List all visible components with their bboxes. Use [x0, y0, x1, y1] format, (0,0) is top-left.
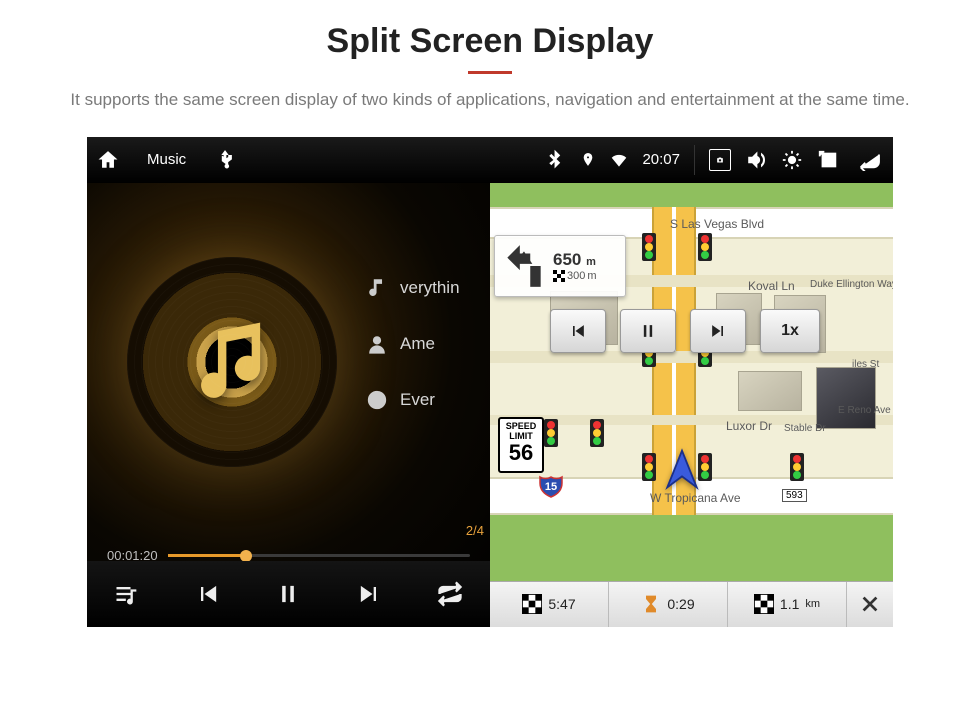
eta-cell[interactable]: 5:47	[490, 582, 609, 627]
route-info-bar: 5:47 0:29 1.1 km	[490, 581, 893, 627]
close-route-button[interactable]	[847, 582, 893, 627]
wifi-icon	[610, 149, 628, 171]
street-label: Luxor Dr	[726, 419, 772, 433]
destination-flag-icon	[553, 270, 565, 282]
traffic-light-icon	[790, 453, 804, 481]
statusbar-time: 20:07	[642, 151, 680, 168]
usb-icon	[214, 149, 236, 171]
highway-shield-icon: 15	[538, 473, 564, 499]
turn-sub-distance: 300	[567, 270, 585, 282]
volume-icon[interactable]	[745, 149, 767, 171]
eta-value: 5:47	[548, 596, 575, 612]
distance-unit: km	[805, 598, 820, 610]
pause-button[interactable]	[268, 574, 308, 614]
track-title: verythin	[400, 278, 460, 298]
track-row[interactable]: verythin	[366, 277, 490, 299]
title-underline	[468, 71, 512, 74]
speed-limit-sign: SPEED LIMIT 56	[498, 417, 544, 473]
page-title: Split Screen Display	[0, 0, 980, 61]
svg-text:15: 15	[545, 481, 557, 493]
bluetooth-icon	[544, 149, 566, 171]
recent-apps-icon[interactable]	[817, 149, 839, 171]
device-screen: Music 20:07	[87, 137, 893, 627]
current-position-icon	[660, 447, 704, 491]
page-subtitle: It supports the same screen display of t…	[60, 88, 920, 113]
track-artist: Ame	[400, 334, 435, 354]
route-prev-button[interactable]	[550, 309, 606, 353]
music-pane: verythin Ame Ever 2/4 00:01:20	[87, 137, 490, 627]
street-label: W Tropicana Ave	[650, 491, 741, 505]
track-row[interactable]: Ever	[366, 389, 490, 411]
music-note-icon	[366, 277, 388, 299]
repeat-button[interactable]	[430, 574, 470, 614]
seek-bar[interactable]	[168, 554, 470, 557]
screenshot-icon[interactable]	[709, 149, 731, 171]
traffic-light-icon	[642, 233, 656, 261]
route-pause-button[interactable]	[620, 309, 676, 353]
turn-left-icon	[499, 241, 549, 291]
distance-value: 1.1	[780, 596, 799, 612]
status-bar: Music 20:07	[87, 137, 893, 183]
music-controls	[87, 561, 490, 627]
travel-time-cell[interactable]: 0:29	[609, 582, 728, 627]
distance-cell[interactable]: 1.1 km	[728, 582, 847, 627]
street-label: S Las Vegas Blvd	[670, 217, 764, 231]
route-speed-button[interactable]: 1x	[760, 309, 820, 353]
track-row[interactable]: Ame	[366, 333, 490, 355]
next-button[interactable]	[349, 574, 389, 614]
destination-flag-icon	[522, 594, 542, 614]
street-label: Stable Dr	[784, 423, 826, 434]
previous-button[interactable]	[188, 574, 228, 614]
hourglass-icon	[641, 594, 661, 614]
traffic-light-icon	[642, 453, 656, 481]
track-album: Ever	[400, 390, 435, 410]
music-note-icon	[187, 317, 277, 407]
traffic-light-icon	[590, 419, 604, 447]
street-label: iles St	[852, 359, 879, 370]
speed-limit-value: 56	[500, 441, 542, 465]
map-pane[interactable]: S Las Vegas Blvd Koval Ln Duke Ellington…	[490, 137, 893, 627]
map-canvas[interactable]: S Las Vegas Blvd Koval Ln Duke Ellington…	[490, 183, 893, 581]
disc-icon	[366, 389, 388, 411]
destination-flag-icon	[754, 594, 774, 614]
turn-sub-unit: m	[587, 270, 596, 282]
statusbar-app-label: Music	[147, 151, 186, 168]
street-label: Duke Ellington Way	[810, 279, 893, 290]
traffic-light-icon	[698, 233, 712, 261]
person-icon	[366, 333, 388, 355]
route-playback-controls: 1x	[550, 309, 863, 355]
track-counter: 2/4	[466, 523, 484, 538]
brightness-icon[interactable]	[781, 149, 803, 171]
turn-instruction[interactable]: 650 m 300 m	[494, 235, 626, 297]
exit-badge: 593	[782, 489, 807, 502]
turn-distance: 650	[553, 250, 581, 269]
street-label: Koval Ln	[748, 279, 795, 293]
back-icon[interactable]	[853, 149, 883, 171]
street-label: E Reno Ave	[838, 405, 891, 416]
home-icon[interactable]	[97, 149, 119, 171]
travel-time-value: 0:29	[667, 596, 694, 612]
playlist-button[interactable]	[107, 574, 147, 614]
location-icon	[580, 149, 596, 171]
route-next-button[interactable]	[690, 309, 746, 353]
traffic-light-icon	[544, 419, 558, 447]
album-art-disc[interactable]	[127, 257, 337, 467]
turn-distance-unit: m	[586, 256, 596, 268]
track-list: verythin Ame Ever	[366, 277, 490, 411]
